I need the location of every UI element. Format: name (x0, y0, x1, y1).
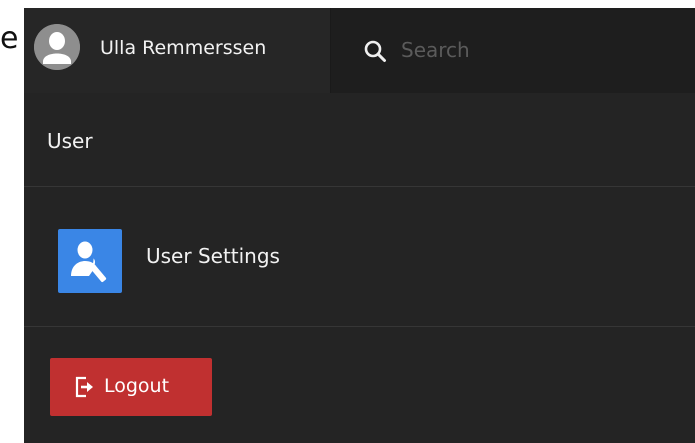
search-icon[interactable] (363, 39, 387, 63)
search-bar[interactable] (331, 8, 695, 93)
top-bar: Ulla Remmerssen (24, 8, 695, 93)
section-header: User (24, 93, 695, 187)
logout-icon (74, 376, 96, 398)
logout-label: Logout (104, 375, 170, 397)
search-input[interactable] (401, 34, 671, 66)
section-title: User (47, 129, 93, 153)
menu-item-label[interactable]: User Settings (146, 244, 280, 268)
user-settings-icon[interactable] (58, 229, 122, 293)
user-name[interactable]: Ulla Remmerssen (100, 36, 266, 60)
user-menu-panel: Ulla Remmerssen User (24, 8, 695, 443)
background-text-fragment: e (0, 22, 19, 56)
user-silhouette-icon[interactable] (34, 24, 80, 70)
logout-button[interactable]: Logout (50, 358, 212, 416)
screen: e Ulla Remmerssen Search User User Setti… (0, 0, 695, 443)
menu-item-user-settings[interactable]: User Settings (24, 187, 695, 327)
user-profile-block[interactable]: Ulla Remmerssen (24, 8, 331, 93)
